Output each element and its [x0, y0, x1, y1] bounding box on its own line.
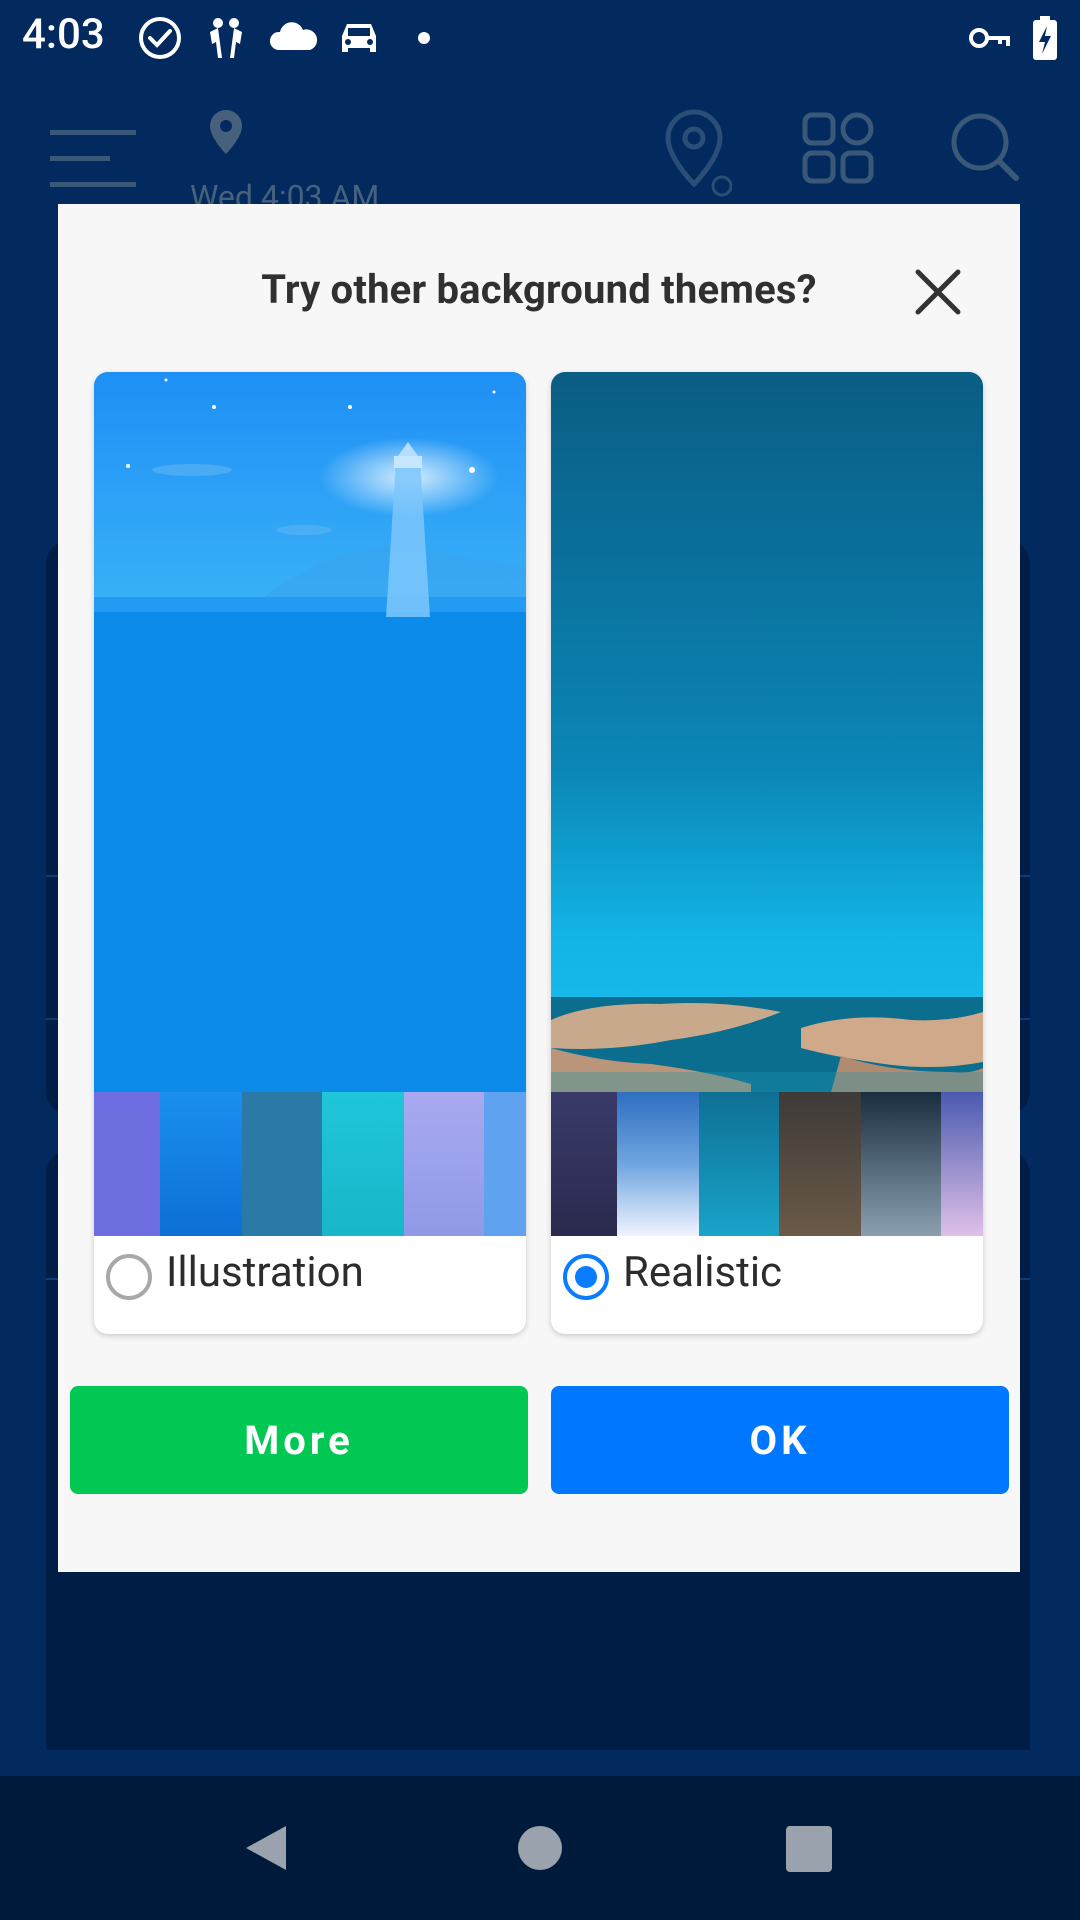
apps-grid-icon[interactable] [802, 112, 874, 184]
theme-option-realistic[interactable]: Realistic [551, 372, 983, 1334]
notification-dot-icon [418, 32, 430, 44]
dialog-title: Try other background themes? [261, 266, 817, 313]
theme-dialog: Try other background themes? Illustratio… [58, 204, 1020, 1572]
battery-charging-icon [1033, 16, 1057, 60]
menu-icon[interactable] [50, 126, 136, 190]
illustration-thumbnail-strip [94, 1092, 526, 1236]
realistic-preview-image [551, 372, 983, 1092]
status-time: 4:03 [22, 10, 105, 59]
back-icon[interactable] [240, 1822, 292, 1874]
realistic-label: Realistic [623, 1248, 783, 1297]
check-circle-icon [139, 17, 181, 59]
vpn-key-icon [969, 28, 1010, 48]
realistic-thumbnail-strip [551, 1092, 983, 1236]
ok-button[interactable]: OK [551, 1386, 1009, 1494]
illustration-label: Illustration [166, 1248, 364, 1297]
app-header: Wed 4:03 AM [0, 90, 1080, 216]
realistic-radio[interactable] [563, 1254, 609, 1300]
theme-option-illustration[interactable]: Illustration [94, 372, 526, 1334]
home-icon[interactable] [516, 1824, 564, 1872]
navigation-bar [0, 1776, 1080, 1920]
recents-icon[interactable] [786, 1826, 832, 1872]
cloud-icon [269, 22, 318, 50]
location-pin-icon [210, 110, 242, 154]
location-info-icon[interactable] [662, 108, 732, 198]
radio-selected-dot [575, 1266, 597, 1288]
status-bar: 4:03 [0, 0, 1080, 72]
search-icon[interactable] [950, 112, 1020, 182]
illustration-radio[interactable] [106, 1254, 152, 1300]
car-icon [342, 24, 376, 52]
close-icon[interactable] [908, 262, 968, 322]
illustration-preview-image [94, 372, 526, 1092]
more-button[interactable]: More [70, 1386, 528, 1494]
people-icon [210, 18, 242, 58]
